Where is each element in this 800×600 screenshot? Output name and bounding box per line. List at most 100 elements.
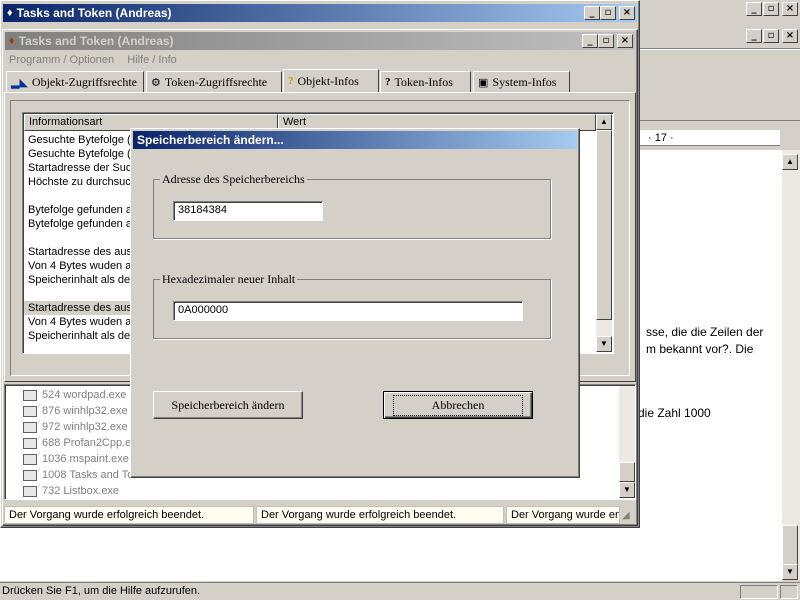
bg-close-button[interactable]: ×: [782, 2, 798, 16]
doc-line-2: m bekannt vor?. Die: [646, 342, 754, 356]
content-group-label: Hexadezimaler neuer Inhalt: [160, 272, 298, 287]
status-panel-3: Der Vorgang wurde erfo: [506, 506, 620, 524]
bg-scroll-up-button[interactable]: ▲: [782, 154, 798, 170]
tab-objekt-infos[interactable]: ? Objekt-Infos: [283, 69, 379, 92]
list-item[interactable]: [24, 287, 134, 301]
list-item-selected[interactable]: Startadresse des aus: [24, 301, 134, 315]
inner-maximize-button[interactable]: ▫: [598, 34, 614, 48]
users-gear-icon: ⚙: [151, 76, 161, 89]
document-area[interactable]: [640, 150, 782, 530]
address-group-label: Adresse des Speicherbereichs: [160, 172, 307, 187]
bg-doc-close-button[interactable]: ×: [782, 29, 798, 43]
list-item[interactable]: Von 4 Bytes wuden au: [24, 259, 134, 273]
list-item[interactable]: Höchste zu durchsuch: [24, 175, 134, 189]
tree-scroll-down-button[interactable]: ▼: [619, 482, 635, 498]
process-icon: [23, 389, 37, 401]
apply-change-label: Speicherbereich ändern: [171, 397, 285, 412]
tree-scroll-thumb[interactable]: [619, 462, 635, 482]
question-user-icon: ?: [385, 76, 391, 88]
cancel-button[interactable]: Abbrechen: [383, 391, 533, 419]
outer-close-button[interactable]: ×: [619, 6, 635, 20]
process-icon: [23, 469, 37, 481]
list-item[interactable]: Von 4 Bytes wuden au: [24, 315, 134, 329]
list-item[interactable]: Startadresse des aus: [24, 245, 134, 259]
process-icon: [23, 421, 37, 433]
list-scroll-thumb[interactable]: [596, 130, 612, 320]
process-icon: [23, 453, 37, 465]
document-area-bottom[interactable]: [0, 525, 782, 581]
inner-minimize-button[interactable]: _: [582, 34, 598, 48]
tab-token-infos[interactable]: ? Token-Infos: [380, 71, 471, 92]
list-item[interactable]: Bytefolge gefunden a: [24, 203, 134, 217]
dialog-titlebar[interactable]: Speicherbereich ändern...: [133, 131, 577, 149]
menu-hilfe[interactable]: Hilfe / Info: [127, 54, 177, 66]
tree-item-label: 524 wordpad.exe: [42, 389, 127, 401]
tree-item[interactable]: 524 wordpad.exe: [23, 387, 133, 403]
address-input[interactable]: 38184384: [173, 201, 323, 221]
tab-label: System-Infos: [492, 74, 557, 89]
list-item[interactable]: [24, 231, 134, 245]
computer-icon: ▣: [478, 76, 489, 89]
list-item[interactable]: Gesuchte Bytefolge (a: [24, 133, 134, 147]
tree-vscrollbar[interactable]: ▼: [619, 386, 635, 498]
bg-minimize-button[interactable]: _: [746, 2, 762, 16]
list-scroll-up-button[interactable]: ▲: [596, 114, 612, 130]
outer-titlebar[interactable]: ♦ Tasks and Token (Andreas): [3, 4, 637, 22]
process-icon: [23, 405, 37, 417]
doc-line-1: sse, die die Zeilen der: [646, 325, 764, 339]
tree-item[interactable]: 688 Profan2Cpp.e: [23, 435, 133, 451]
bg-status-panel-1: [740, 585, 778, 599]
status-panel-2: Der Vorgang wurde erfolgreich beendet.: [256, 506, 504, 524]
tree-item[interactable]: 1008 Tasks and To: [23, 467, 133, 483]
bg-doc-maximize-button[interactable]: ▫: [763, 29, 779, 43]
bg-scroll-thumb[interactable]: [782, 525, 798, 565]
list-item[interactable]: Startadresse der Suc: [24, 161, 134, 175]
outer-minimize-button[interactable]: _: [584, 6, 600, 20]
tree-item-label: 876 winhlp32.exe: [42, 405, 128, 417]
bg-vscrollbar[interactable]: [782, 150, 800, 580]
column-header-label: Informationsart: [29, 116, 103, 128]
inner-close-button[interactable]: ×: [617, 34, 633, 48]
list-item[interactable]: Speicherinhalt als dez: [24, 273, 134, 287]
size-grip-icon[interactable]: ◢: [622, 510, 630, 521]
menu-programm[interactable]: Programm / Optionen: [9, 54, 114, 66]
tree-item-label: 1036 mspaint.exe: [42, 453, 129, 465]
list-item[interactable]: Gesuchte Bytefolge (a: [24, 147, 134, 161]
list-item[interactable]: Bytefolge gefunden a: [24, 217, 134, 231]
tab-objekt-zugriffsrechte[interactable]: ▂◣ Objekt-Zugriffsrechte: [6, 71, 144, 92]
ruler-text: · 17 ·: [648, 132, 674, 144]
bg-scroll-down-button[interactable]: ▼: [782, 564, 798, 580]
tree-item-label: 688 Profan2Cpp.e: [42, 437, 132, 449]
bg-doc-minimize-button[interactable]: _: [746, 29, 762, 43]
tab-label: Token-Infos: [394, 74, 453, 89]
tree-item[interactable]: 972 winhlp32.exe: [23, 419, 133, 435]
tab-label: Objekt-Infos: [297, 73, 359, 88]
inner-title: Tasks and Token (Andreas): [18, 34, 174, 48]
tab-label: Token-Zugriffsrechte: [164, 74, 268, 89]
list-item[interactable]: Speicherinhalt als dez: [24, 329, 134, 343]
apply-change-button[interactable]: Speicherbereich ändern: [153, 391, 303, 419]
outer-title: Tasks and Token (Andreas): [16, 6, 172, 20]
outer-maximize-button[interactable]: ▫: [600, 6, 616, 20]
tab-system-infos[interactable]: ▣ System-Infos: [473, 71, 570, 92]
bg-status-panel-2: [780, 585, 798, 599]
bg-toolbar-divider-2: [638, 49, 800, 50]
list-item[interactable]: [24, 189, 134, 203]
ruler: · 17 ·: [640, 130, 780, 146]
tree-item[interactable]: 1036 mspaint.exe: [23, 451, 133, 467]
user-key-icon: ▂◣: [11, 76, 28, 89]
tree-item[interactable]: 732 Listbox.exe: [23, 483, 133, 499]
list-scroll-down-button[interactable]: ▼: [596, 336, 612, 352]
tree-item[interactable]: 876 winhlp32.exe: [23, 403, 133, 419]
inner-titlebar[interactable]: ♦ Tasks and Token (Andreas): [5, 32, 635, 50]
inner-app-icon: ♦: [9, 35, 15, 47]
dialog-title: Speicherbereich ändern...: [137, 133, 284, 147]
menubar: Programm / Optionen Hilfe / Info: [9, 54, 187, 66]
list-vscrollbar[interactable]: ▲ ▼: [596, 114, 612, 352]
hex-content-input[interactable]: 0A000000: [173, 301, 523, 321]
tab-token-zugriffsrechte[interactable]: ⚙ Token-Zugriffsrechte: [146, 71, 282, 92]
doc-line-3: die Zahl 1000: [638, 406, 711, 420]
process-icon: [23, 437, 37, 449]
tree-item-label: 972 winhlp32.exe: [42, 421, 128, 433]
bg-maximize-button[interactable]: ▫: [763, 2, 779, 16]
